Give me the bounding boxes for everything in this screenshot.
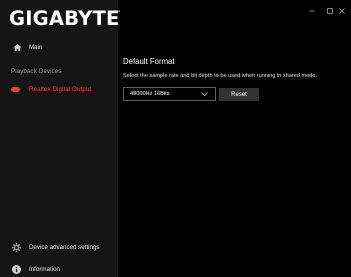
- default-format-description: Select the sample rate and bit depth to …: [123, 73, 318, 79]
- close-button[interactable]: [339, 0, 351, 22]
- nav-main[interactable]: Main: [0, 40, 118, 54]
- brand-logo: GIGABYTE: [9, 7, 120, 30]
- sidebar-item-device-advanced-settings[interactable]: Device advanced settings: [0, 241, 118, 253]
- default-format-title: Default Format: [123, 57, 175, 66]
- sidebar-item-information[interactable]: Information: [0, 263, 118, 275]
- main-panel: Default Format Select the sample rate an…: [118, 0, 351, 277]
- info-icon: [11, 264, 21, 274]
- device-label: Realtek Digital Output: [29, 85, 92, 93]
- device-advanced-settings-label: Device advanced settings: [29, 243, 100, 251]
- format-dropdown-value: 48000Hz 16Bits: [130, 91, 170, 97]
- home-icon: [12, 42, 22, 52]
- maximize-button[interactable]: [321, 0, 339, 22]
- chevron-down-icon: [201, 92, 208, 96]
- reset-button[interactable]: Reset: [219, 88, 259, 101]
- nav-main-label: Main: [29, 43, 43, 51]
- information-label: Information: [29, 265, 60, 273]
- format-dropdown[interactable]: 48000Hz 16Bits: [123, 87, 216, 101]
- sidebar: GIGABYTE ™ Main Playback Devices Realtek…: [0, 0, 121, 277]
- minimize-button[interactable]: [303, 0, 321, 22]
- close-icon: [339, 8, 345, 14]
- minimize-icon: [309, 8, 315, 14]
- gear-icon: [11, 242, 21, 252]
- speaker-icon: [11, 86, 20, 92]
- sidebar-item-realtek-digital-output[interactable]: Realtek Digital Output: [0, 83, 118, 95]
- playback-devices-heading: Playback Devices: [11, 68, 62, 75]
- maximize-icon: [327, 8, 333, 14]
- app-window: GIGABYTE ™ Main Playback Devices Realtek…: [0, 0, 351, 277]
- window-controls: [303, 0, 351, 22]
